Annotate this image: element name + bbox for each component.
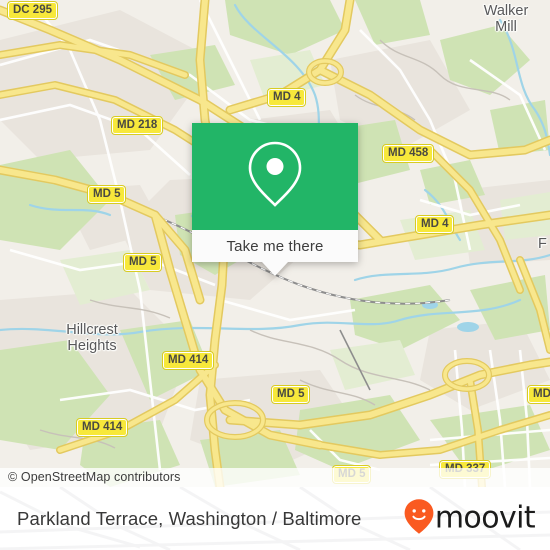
map-attribution[interactable]: © OpenStreetMap contributors: [8, 470, 181, 484]
place-label-partial-right: F: [538, 236, 547, 252]
moovit-smiley-pin-icon: [404, 498, 434, 539]
moovit-location-card: Walker Mill Hillcrest Heights F DC 295 M…: [0, 0, 550, 550]
map-canvas[interactable]: Walker Mill Hillcrest Heights F DC 295 M…: [0, 0, 550, 487]
road-shield-md-4-east: MD 4: [414, 215, 455, 234]
road-shield-md-414-upper: MD 414: [161, 351, 215, 370]
footer-bar: Parkland Terrace, Washington / Baltimore…: [0, 487, 550, 550]
road-shield-md-218: MD 218: [110, 116, 164, 135]
road-shield-md-5-lower-center: MD 5: [270, 385, 311, 404]
moovit-logo[interactable]: moovit: [404, 498, 536, 539]
place-label-hillcrest-heights: Hillcrest Heights: [66, 322, 118, 354]
road-shield-md-458: MD 458: [381, 144, 435, 163]
location-title: Parkland Terrace, Washington / Baltimore: [17, 507, 362, 529]
road-shield-md-5-west: MD 5: [86, 185, 127, 204]
popup-tail: [262, 262, 288, 276]
popup-action-label: Take me there: [226, 237, 324, 255]
moovit-wordmark: moovit: [434, 500, 536, 536]
location-pin-icon: [247, 139, 303, 214]
location-popup-card[interactable]: Take me there: [192, 123, 358, 276]
road-shield-md-right-edge: MD: [527, 385, 550, 404]
road-shield-md-414-lower: MD 414: [75, 418, 129, 437]
road-shield-dc-295: DC 295: [7, 1, 58, 20]
road-shield-md-5-center: MD 5: [122, 253, 163, 272]
road-shield-md-4-north: MD 4: [266, 88, 307, 107]
popup-action-bar[interactable]: Take me there: [192, 230, 358, 262]
popup-image-area: [192, 123, 358, 230]
place-label-walker-mill: Walker Mill: [483, 3, 529, 35]
